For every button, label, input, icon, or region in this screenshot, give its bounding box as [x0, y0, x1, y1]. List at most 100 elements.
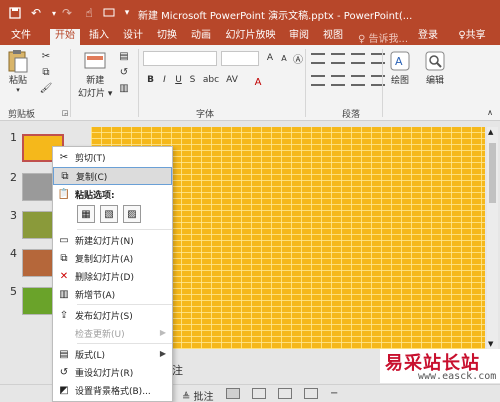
scissors-icon: ✂ — [59, 151, 69, 163]
new-slide-label: 新建 — [86, 76, 105, 86]
copy-icon[interactable]: ⧉ — [38, 65, 54, 79]
tab-animations[interactable]: 动画 — [188, 29, 214, 45]
bullets-icon[interactable] — [311, 53, 325, 64]
duplicate-slide-icon: ⧉ — [60, 252, 68, 264]
new-slide-button[interactable]: 新建 幻灯片 ▾ — [78, 49, 112, 99]
submenu-arrow-icon: ▶ — [159, 349, 166, 358]
align-left-icon[interactable] — [311, 75, 325, 86]
reset-icon[interactable]: ↺ — [116, 65, 132, 79]
menu-item-publish[interactable]: ⇪ 发布幻灯片(S) — [53, 306, 172, 324]
tab-transitions[interactable]: 切换 — [154, 29, 180, 45]
present-icon[interactable] — [100, 4, 118, 22]
menu-item-layout[interactable]: ▤ 版式(L) ▶ — [53, 345, 172, 363]
menu-item-reset-slide[interactable]: ↺ 重设幻灯片(R) — [53, 363, 172, 381]
italic-button[interactable]: I — [159, 75, 170, 85]
menu-item-label: 检查更新(U) — [75, 329, 125, 340]
drawing-button[interactable]: A 绘图 — [388, 49, 412, 86]
paste-button[interactable]: 粘贴 ▾ — [6, 49, 30, 94]
menu-item-label: 剪切(T) — [75, 153, 106, 164]
normal-view-icon[interactable] — [226, 388, 240, 399]
strikethrough-button[interactable]: abc — [201, 75, 221, 85]
paste-theme-icon[interactable]: ▦ — [77, 205, 95, 223]
divider — [305, 49, 306, 117]
section-icon: ▥ — [59, 288, 69, 300]
slide-sorter-icon[interactable] — [252, 388, 266, 399]
edit-button[interactable]: 编辑 — [423, 49, 447, 86]
qat-dropdown-icon[interactable]: ▾ — [118, 4, 136, 22]
section-icon[interactable]: ▥ — [116, 81, 132, 95]
menu-item-label: 粘贴选项: — [75, 190, 115, 201]
font-size-combo[interactable] — [221, 51, 259, 66]
numbering-icon[interactable] — [331, 53, 345, 64]
touch-mode-icon[interactable]: ☝ — [80, 4, 98, 22]
collapse-ribbon-icon[interactable]: ∧ — [482, 105, 498, 119]
layout-icon[interactable]: ▤ — [116, 49, 132, 63]
zoom-out-icon[interactable]: − — [330, 388, 338, 399]
menu-item-new-slide[interactable]: ▭ 新建幻灯片(N) — [53, 231, 172, 249]
reading-view-icon[interactable] — [278, 388, 292, 399]
menu-item-label: 新增节(A) — [75, 290, 116, 301]
font-color-icon[interactable]: A — [250, 75, 266, 89]
login-button[interactable]: 登录 — [415, 29, 441, 45]
menu-item-format-background[interactable]: ◩ 设置背景格式(B)... — [53, 381, 172, 399]
slide-number: 5 — [10, 285, 17, 298]
site-watermark: 易采站长站 www.easck.com — [380, 349, 500, 383]
font-name-combo[interactable] — [143, 51, 217, 66]
copy-icon: ⧉ — [61, 170, 69, 182]
decrease-indent-icon[interactable] — [351, 53, 365, 64]
submenu-arrow-icon: ▶ — [159, 328, 166, 337]
clear-format-icon[interactable]: Ⓐ — [290, 51, 306, 66]
drawing-label: 绘图 — [390, 76, 409, 86]
notes-toggle-button[interactable]: ≜ 批注 — [182, 388, 214, 402]
scroll-up-icon[interactable]: ▲ — [488, 128, 493, 136]
cut-icon[interactable]: ✂ — [38, 49, 54, 63]
scroll-down-icon[interactable]: ▼ — [488, 340, 493, 348]
tell-me-search[interactable]: ♀ 告诉我... — [358, 30, 408, 45]
new-slide-icon: ▭ — [59, 234, 69, 246]
menu-item-label: 复制幻灯片(A) — [75, 254, 134, 265]
group-label-font: 字体 — [196, 110, 215, 120]
bold-button[interactable]: B — [145, 75, 156, 85]
menu-item-add-section[interactable]: ▥ 新增节(A) — [53, 285, 172, 303]
menu-item-label: 新建幻灯片(N) — [75, 236, 134, 247]
share-button[interactable]: ♀共享 — [449, 29, 495, 45]
paste-picture-icon[interactable]: ▨ — [123, 205, 141, 223]
tab-home[interactable]: 开始 — [50, 29, 80, 45]
slide-number: 3 — [10, 209, 17, 222]
svg-text:A: A — [395, 55, 403, 68]
ribbon-tabs: 文件 开始 插入 设计 切换 动画 幻灯片放映 审阅 视图 ♀ 告诉我... 登… — [0, 27, 500, 45]
menu-item-copy[interactable]: ⧉ 复制(C) — [53, 167, 172, 185]
align-right-icon[interactable] — [351, 75, 365, 86]
slideshow-view-icon[interactable] — [304, 388, 318, 399]
tab-design[interactable]: 设计 — [120, 29, 146, 45]
clipboard-icon — [6, 49, 30, 73]
menu-item-cut[interactable]: ✂ 剪切(T) — [53, 148, 172, 166]
save-icon[interactable] — [6, 4, 24, 22]
tab-insert[interactable]: 插入 — [86, 29, 112, 45]
menu-item-check-updates: 检查更新(U) ▶ — [53, 324, 172, 342]
reset-slide-icon: ↺ — [59, 366, 69, 378]
shadow-button[interactable]: S — [187, 75, 198, 85]
menu-separator — [77, 343, 172, 344]
new-slide-icon — [83, 49, 107, 73]
slide-number: 4 — [10, 247, 17, 260]
scrollbar-thumb[interactable] — [489, 143, 496, 203]
underline-button[interactable]: U — [173, 75, 184, 85]
char-spacing-button[interactable]: AV — [224, 75, 240, 85]
context-menu: ✂ 剪切(T) ⧉ 复制(C) 📋 粘贴选项: ▦ ▧ ▨ ▭ 新建幻灯片(N)… — [52, 146, 173, 402]
vertical-scrollbar[interactable]: ▲ ▼ — [487, 127, 498, 349]
tab-review[interactable]: 审阅 — [286, 29, 312, 45]
menu-item-duplicate-slide[interactable]: ⧉ 复制幻灯片(A) — [53, 249, 172, 267]
menu-separator — [77, 304, 172, 305]
layout-icon: ▤ — [59, 348, 69, 360]
menu-item-label: 重设幻灯片(R) — [75, 368, 134, 379]
redo-icon[interactable]: ↷ — [58, 4, 76, 22]
format-painter-icon[interactable]: 🖌 — [38, 81, 54, 95]
undo-icon[interactable]: ↶ — [27, 4, 45, 22]
menu-item-delete-slide[interactable]: ✕ 删除幻灯片(D) — [53, 267, 172, 285]
tab-file[interactable]: 文件 — [8, 29, 34, 45]
tab-slideshow[interactable]: 幻灯片放映 — [223, 29, 278, 45]
align-center-icon[interactable] — [331, 75, 345, 86]
paste-keep-format-icon[interactable]: ▧ — [100, 205, 118, 223]
tab-view[interactable]: 视图 — [320, 29, 346, 45]
